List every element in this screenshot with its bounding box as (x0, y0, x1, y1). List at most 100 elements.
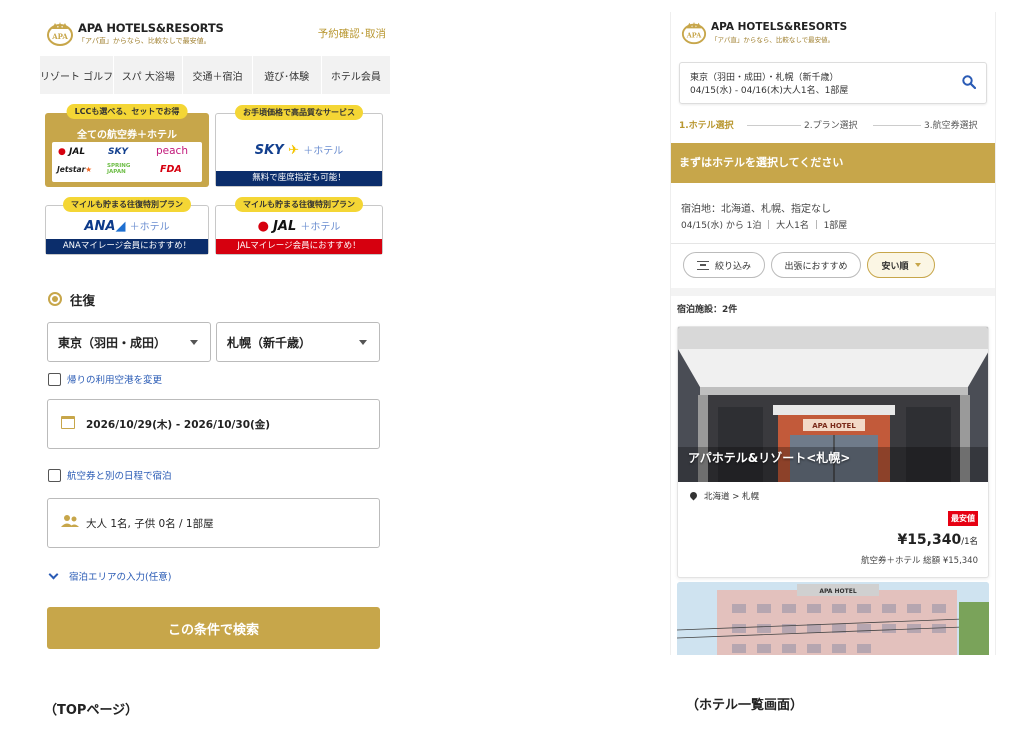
guests-field[interactable]: 大人 1名, 子供 0名 / 1部屋 (47, 498, 380, 548)
ana-plus-hotel: ANA◢ ＋ホテル (84, 219, 170, 234)
radio-selected-icon[interactable] (48, 292, 62, 306)
search-summary-dates: 04/15(水) - 04/16(木)大人1名、1部屋 (690, 86, 849, 96)
sky-banner[interactable]: お手頃価格で高品質なサービス SKY ✈ ＋ホテル 無料で座席指定も可能！ (215, 105, 383, 187)
jal-plus-hotel: ● JAL ＋ホテル (257, 219, 341, 234)
chevron-down-icon (190, 340, 198, 345)
nav-tab-transport-stay[interactable]: 交通＋宿泊 (183, 56, 253, 94)
hotel-price: ¥15,340/1名 (897, 529, 978, 548)
separate-stay-label[interactable]: 航空券と別の日程で宿泊 (67, 468, 172, 482)
jal-banner[interactable]: マイルも貯まる往復特別プラン ● JAL ＋ホテル JALマイレージ会員におすす… (215, 197, 383, 255)
step-indicator: 1.ホテル選択 2.プラン選択 3.航空券選択 (679, 118, 989, 134)
jal-bar: JALマイレージ会員におすすめ！ (216, 239, 382, 254)
sort-cheap-button[interactable]: 安い順 (867, 252, 935, 278)
reservation-check-link[interactable]: 予約確認･取消 (318, 26, 386, 41)
divider (671, 243, 995, 244)
brand-name: APA HOTELS&RESORTS (711, 21, 848, 33)
stay-area-label[interactable]: 宿泊エリアの入力(任意) (69, 569, 171, 583)
sort-label: 安い順 (881, 261, 909, 272)
step-2: 2.プラン選択 (804, 121, 858, 131)
nav-tab-hotel-member[interactable]: ホテル会員 (322, 56, 390, 94)
chevron-down-icon (48, 569, 59, 579)
chevron-down-icon (359, 340, 367, 345)
arrival-airport-value: 札幌（新千歳） (227, 336, 312, 350)
sky-wing-icon: ✈ (283, 143, 300, 158)
search-summary-box[interactable]: 東京（羽田・成田）・札幌（新千歳） 04/15(水) - 04/16(木)大人1… (679, 62, 987, 104)
date-field[interactable]: 2026/10/29(木) - 2026/10/30(金) (47, 399, 380, 449)
brand-tagline: 「アパ直」からなら、比較なしで最安値。 (711, 36, 835, 44)
chevron-down-icon (914, 263, 921, 267)
fda-logo: FDA (160, 164, 182, 175)
brand-tagline: 「アパ直」からなら、比較なしで最安値。 (78, 37, 211, 45)
top-page-caption: （TOPページ） (44, 703, 139, 718)
stay-condition-place: 宿泊地：北海道、札幌、指定なし (681, 204, 831, 215)
arrival-airport-select[interactable]: 札幌（新千歳） (216, 322, 380, 362)
price-unit: /1名 (961, 537, 978, 547)
brand-name: APA HOTELS&RESORTS (78, 21, 224, 35)
people-icon (61, 515, 79, 527)
separate-stay-row[interactable]: 航空券と別の日程で宿泊 (48, 467, 172, 483)
separate-stay-checkbox[interactable] (48, 468, 61, 482)
page-title: まずはホテルを選択してください (671, 143, 995, 183)
hotel-photo-2[interactable]: APA HOTEL (677, 582, 989, 655)
hotel-name[interactable]: アパホテル&リゾート<札幌> (688, 449, 850, 466)
change-return-airport-checkbox[interactable] (48, 372, 61, 386)
date-value: 2026/10/29(木) - 2026/10/30(金) (86, 419, 271, 431)
nav-tab-activities[interactable]: 遊び･体験 (253, 56, 322, 94)
ana-banner[interactable]: マイルも貯まる往復特別プラン ANA◢ ＋ホテル ANAマイレージ会員におすすめ… (45, 197, 209, 255)
hotel-sign-text: APA HOTEL (812, 422, 856, 430)
ana-bubble: マイルも貯まる往復特別プラン (63, 197, 191, 212)
list-page-caption: （ホテル一覧画面） (686, 698, 804, 713)
business-filter-button[interactable]: 出張におすすめ (771, 252, 861, 278)
search-icon[interactable] (962, 75, 976, 89)
jal-bubble: マイルも貯まる往復特別プラン (235, 197, 363, 212)
search-summary-route: 東京（羽田・成田）・札幌（新千歳） (690, 73, 839, 83)
sky-bar: 無料で座席指定も可能！ (216, 171, 382, 186)
section-separator (671, 288, 995, 296)
facility-count: 宿泊施設：2件 (677, 305, 738, 315)
header: APA APA HOTELS&RESORTS 「アパ直」からなら、比較なしで最安… (46, 20, 386, 50)
round-trip-radio[interactable]: 往復 (48, 290, 95, 308)
step-1: 1.ホテル選択 (679, 121, 734, 131)
price-value: ¥15,340 (897, 532, 962, 548)
svg-text:APA: APA (51, 32, 68, 41)
filter-icon (696, 260, 709, 270)
ana-bar: ANAマイレージ会員におすすめ！ (46, 239, 208, 254)
peach-logo: peach (156, 145, 188, 157)
stay-area-toggle[interactable]: 宿泊エリアの入力(任意) (48, 568, 171, 584)
step-connector (873, 125, 921, 126)
jal-crane-icon: ● (257, 219, 269, 234)
hotel-list-screen: APA APA HOTELS&RESORTS 「アパ直」からなら、比較なしで最安… (670, 12, 996, 655)
spring-japan-logo: SPRING JAPAN (107, 163, 131, 175)
airline-logos: ● JAL SKY peach Jetstar★ SPRING JAPAN FD… (52, 142, 202, 182)
jal-logo: ● JAL (58, 147, 86, 157)
filter-button[interactable]: 絞り込み (683, 252, 765, 278)
change-return-airport-row[interactable]: 帰りの利用空港を変更 (48, 371, 162, 387)
hotel-location: 北海道 > 札幌 (704, 492, 760, 502)
lcc-bubble: LCCも選べる、セットでお得 (66, 104, 188, 119)
hotel-card[interactable]: APA HOTEL アパホテル&リゾート<札幌> 北海道 > 札幌 最安値 ¥1… (677, 326, 989, 578)
search-button[interactable]: この条件で検索 (47, 607, 380, 649)
top-page-screen: APA APA HOTELS&RESORTS 「アパ直」からなら、比較なしで最安… (40, 12, 390, 672)
step-3: 3.航空券選択 (924, 121, 978, 131)
hotel-2-sign-text: APA HOTEL (819, 588, 857, 595)
sky-logo: SKY (108, 147, 128, 157)
jetstar-logo: Jetstar★ (57, 165, 93, 174)
apa-emblem-icon[interactable]: APA (681, 20, 707, 46)
ana-stripe-icon: ◢ (115, 219, 126, 234)
guests-value: 大人 1名, 子供 0名 / 1部屋 (86, 518, 214, 530)
category-nav: リゾート ゴルフ スパ 大浴場 交通＋宿泊 遊び･体験 ホテル会員 (40, 56, 390, 94)
lcc-banner[interactable]: LCCも選べる、セットでお得 全ての航空券＋ホテル ● JAL SKY peac… (45, 104, 209, 187)
total-price: 航空券＋ホテル 総額 ¥15,340 (860, 556, 978, 566)
sky-plus-hotel: SKY ✈ ＋ホテル (254, 143, 344, 158)
location-pin-icon (688, 490, 699, 501)
departure-airport-select[interactable]: 東京（羽田・成田） (47, 322, 211, 362)
header: APA APA HOTELS&RESORTS 「アパ直」からなら、比較なしで最安… (681, 20, 881, 46)
nav-tab-spa[interactable]: スパ 大浴場 (114, 56, 184, 94)
apa-emblem-icon[interactable]: APA (46, 20, 74, 48)
sky-bubble: お手頃価格で高品質なサービス (235, 105, 363, 120)
departure-airport-value: 東京（羽田・成田） (58, 336, 167, 350)
stay-condition-dates: 04/15(水) から 1泊 ｜ 大人1名 ｜ 1部屋 (681, 221, 848, 231)
nav-tab-resort-golf[interactable]: リゾート ゴルフ (40, 56, 115, 94)
step-connector (747, 125, 801, 126)
change-return-airport-label[interactable]: 帰りの利用空港を変更 (67, 372, 162, 386)
